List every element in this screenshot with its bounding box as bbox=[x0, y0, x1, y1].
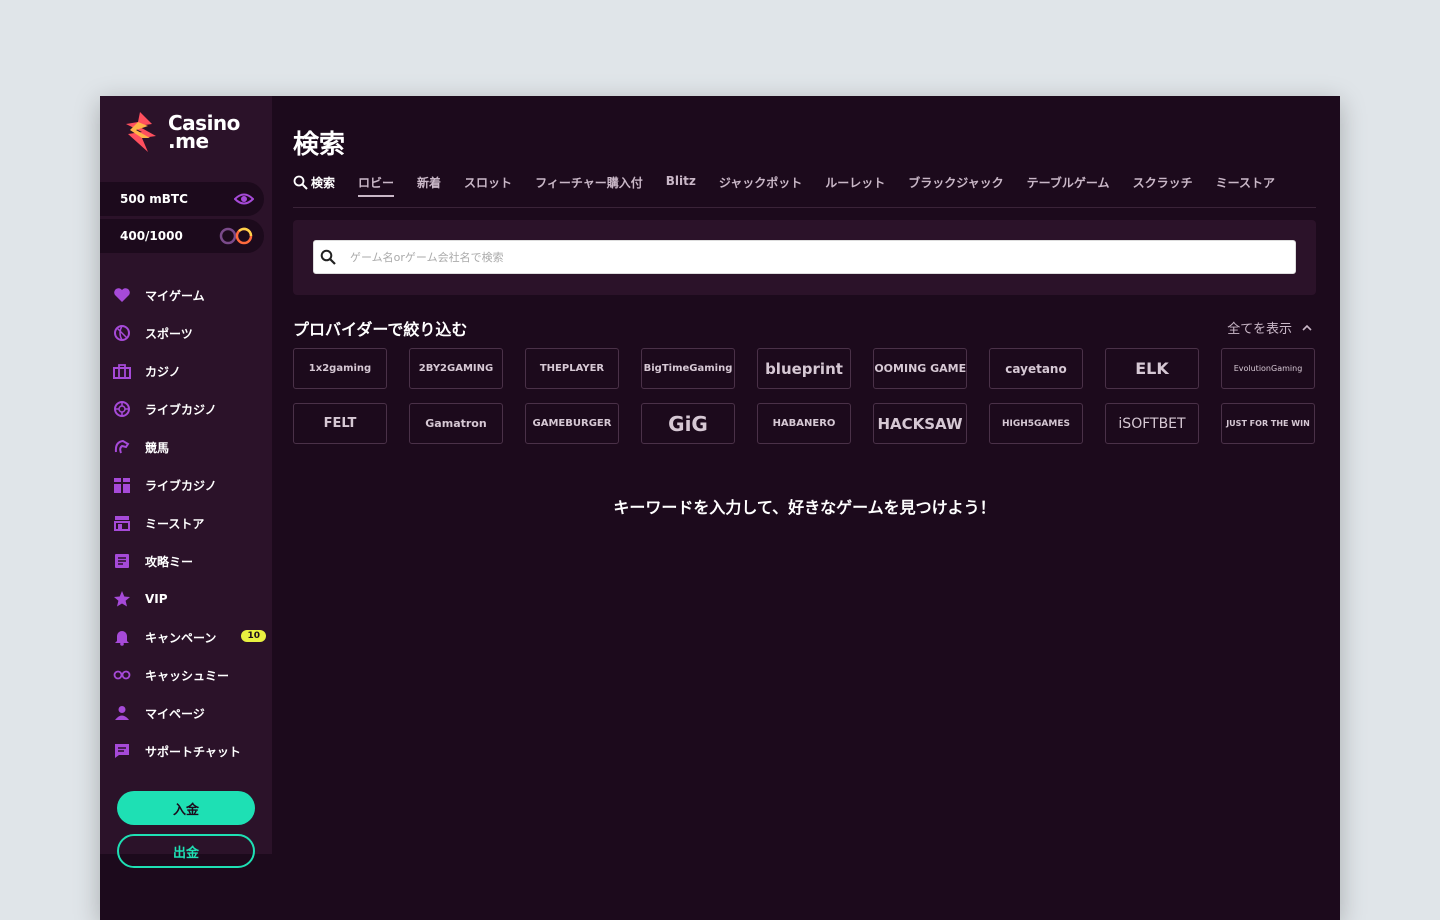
sidebar-item-label: ライブカジノ bbox=[145, 478, 217, 493]
sidebar-item-live-casino[interactable]: ライブカジノ bbox=[100, 390, 272, 428]
sidebar-item-support-chat[interactable]: サポートチャット bbox=[100, 732, 272, 770]
provider-theplayer[interactable]: THEPLAYER bbox=[525, 348, 619, 389]
provider-bigtimegaming[interactable]: BigTimeGaming bbox=[641, 348, 735, 389]
store-icon bbox=[113, 514, 131, 532]
tab-blackjack[interactable]: ブラックジャック bbox=[908, 174, 1003, 195]
tab-table-games[interactable]: テーブルゲーム bbox=[1027, 174, 1110, 195]
provider-isoftbet[interactable]: iSOFTBET bbox=[1105, 403, 1199, 444]
search-icon bbox=[320, 249, 336, 265]
sidebar-item-label: キャッシュミー bbox=[145, 668, 230, 683]
user-icon bbox=[113, 704, 131, 722]
provider-grid: 1x2gaming 2BY2GAMING THEPLAYER BigTimeGa… bbox=[293, 348, 1316, 444]
tab-scratch[interactable]: スクラッチ bbox=[1133, 174, 1193, 195]
article-icon bbox=[113, 552, 131, 570]
sidebar-item-label: カジノ bbox=[145, 364, 181, 379]
provider-2by2gaming[interactable]: 2BY2GAMING bbox=[409, 348, 503, 389]
balance-value: 500 mBTC bbox=[120, 192, 188, 206]
provider-hacksaw[interactable]: HACKSAW bbox=[873, 403, 967, 444]
sidebar-item-label: 攻略ミー bbox=[145, 554, 194, 569]
horse-icon bbox=[113, 438, 131, 456]
chevron-up-icon bbox=[1302, 324, 1312, 331]
search-panel bbox=[293, 220, 1316, 295]
logo-icon bbox=[126, 112, 156, 152]
heart-icon bbox=[113, 286, 131, 304]
sidebar-item-casino[interactable]: カジノ bbox=[100, 352, 272, 390]
provider-gameburger[interactable]: GAMEBURGER bbox=[525, 403, 619, 444]
provider-gig[interactable]: GiG bbox=[641, 403, 735, 444]
logo-text: Casino .me bbox=[168, 111, 240, 153]
sidebar-item-vip[interactable]: VIP bbox=[100, 580, 272, 618]
infinity-progress-icon bbox=[219, 227, 253, 245]
roulette-icon bbox=[113, 400, 131, 418]
search-field[interactable] bbox=[313, 240, 1296, 274]
bell-icon bbox=[113, 628, 131, 646]
provider-cayetano[interactable]: cayetano bbox=[989, 348, 1083, 389]
provider-felt[interactable]: FELT bbox=[293, 403, 387, 444]
tab-blitz[interactable]: Blitz bbox=[666, 174, 696, 192]
sidebar-item-my-page[interactable]: マイページ bbox=[100, 694, 272, 732]
provider-evolutiongaming[interactable]: EvolutionGaming bbox=[1221, 348, 1315, 389]
app-window: Casino .me 500 mBTC 400/1000 マイゲーム スポーツ … bbox=[100, 96, 1340, 920]
provider-high5games[interactable]: HIGH5GAMES bbox=[989, 403, 1083, 444]
withdraw-button[interactable]: 出金 bbox=[117, 834, 255, 868]
show-all-toggle[interactable]: 全てを表示 bbox=[1227, 318, 1312, 337]
sidebar-item-my-games[interactable]: マイゲーム bbox=[100, 276, 272, 314]
balance-pill[interactable]: 500 mBTC bbox=[100, 182, 264, 216]
sidebar-item-horse-racing[interactable]: 競馬 bbox=[100, 428, 272, 466]
sidebar-item-label: ライブカジノ bbox=[145, 402, 217, 417]
empty-search-message: キーワードを入力して、好きなゲームを見つけよう！ bbox=[613, 498, 996, 517]
sidebar-item-label: マイゲーム bbox=[145, 288, 205, 303]
gift-icon bbox=[113, 476, 131, 494]
sidebar-item-label: VIP bbox=[145, 592, 168, 606]
sidebar-item-me-store[interactable]: ミーストア bbox=[100, 504, 272, 542]
sidebar-item-label: キャンペーン bbox=[145, 630, 217, 645]
sports-ball-icon bbox=[113, 324, 131, 342]
sidebar-item-label: マイページ bbox=[145, 706, 205, 721]
page-title: 検索 bbox=[293, 130, 346, 160]
category-tabs: 検索 ロビー 新着 スロット フィーチャー購入付 Blitz ジャックポット ル… bbox=[293, 174, 1316, 208]
tab-feature-buy[interactable]: フィーチャー購入付 bbox=[535, 174, 643, 195]
cashme-pill[interactable]: 400/1000 bbox=[100, 219, 264, 253]
search-icon bbox=[293, 175, 308, 190]
star-icon bbox=[113, 590, 131, 608]
tab-slots[interactable]: スロット bbox=[464, 174, 512, 195]
tab-new[interactable]: 新着 bbox=[417, 174, 441, 195]
sidebar-item-guides[interactable]: 攻略ミー bbox=[100, 542, 272, 580]
provider-blueprint[interactable]: blueprint bbox=[757, 348, 851, 389]
cashme-value: 400/1000 bbox=[120, 229, 183, 243]
tab-search[interactable]: 検索 bbox=[293, 174, 335, 195]
sidebar-item-cashme[interactable]: キャッシュミー bbox=[100, 656, 272, 694]
tab-roulette[interactable]: ルーレット bbox=[825, 174, 885, 195]
tab-jackpot[interactable]: ジャックポット bbox=[719, 174, 802, 195]
provider-habanero[interactable]: HABANERO bbox=[757, 403, 851, 444]
sidebar: Casino .me 500 mBTC 400/1000 マイゲーム スポーツ … bbox=[100, 96, 272, 854]
provider-just-for-the-win[interactable]: JUST FOR THE WIN bbox=[1221, 403, 1315, 444]
sidebar-nav: マイゲーム スポーツ カジノ ライブカジノ 競馬 ライブカジノ ミーストア 攻略… bbox=[100, 276, 272, 770]
sidebar-item-label: サポートチャット bbox=[145, 744, 241, 759]
sidebar-item-label: スポーツ bbox=[145, 326, 193, 341]
campaign-count-badge: 10 bbox=[241, 630, 266, 642]
tab-lobby[interactable]: ロビー bbox=[358, 174, 395, 197]
chat-icon bbox=[113, 742, 131, 760]
eye-icon[interactable] bbox=[234, 192, 254, 206]
provider-filter-title: プロバイダーで絞り込む bbox=[293, 320, 468, 339]
tab-me-store[interactable]: ミーストア bbox=[1216, 174, 1275, 195]
infinity-icon bbox=[113, 666, 131, 684]
sidebar-item-sports[interactable]: スポーツ bbox=[100, 314, 272, 352]
logo[interactable]: Casino .me bbox=[122, 110, 240, 154]
sidebar-item-campaigns[interactable]: キャンペーン 10 bbox=[100, 618, 272, 656]
provider-1x2gaming[interactable]: 1x2gaming bbox=[293, 348, 387, 389]
sidebar-item-live-casino-2[interactable]: ライブカジノ bbox=[100, 466, 272, 504]
casino-icon bbox=[113, 362, 131, 380]
deposit-button[interactable]: 入金 bbox=[117, 791, 255, 825]
sidebar-item-label: ミーストア bbox=[145, 516, 205, 531]
provider-elk[interactable]: ELK bbox=[1105, 348, 1199, 389]
sidebar-item-label: 競馬 bbox=[145, 440, 170, 455]
provider-gamatron[interactable]: Gamatron bbox=[409, 403, 503, 444]
provider-booming-games[interactable]: BOOMING GAMES bbox=[873, 348, 967, 389]
search-input[interactable] bbox=[350, 250, 1280, 264]
